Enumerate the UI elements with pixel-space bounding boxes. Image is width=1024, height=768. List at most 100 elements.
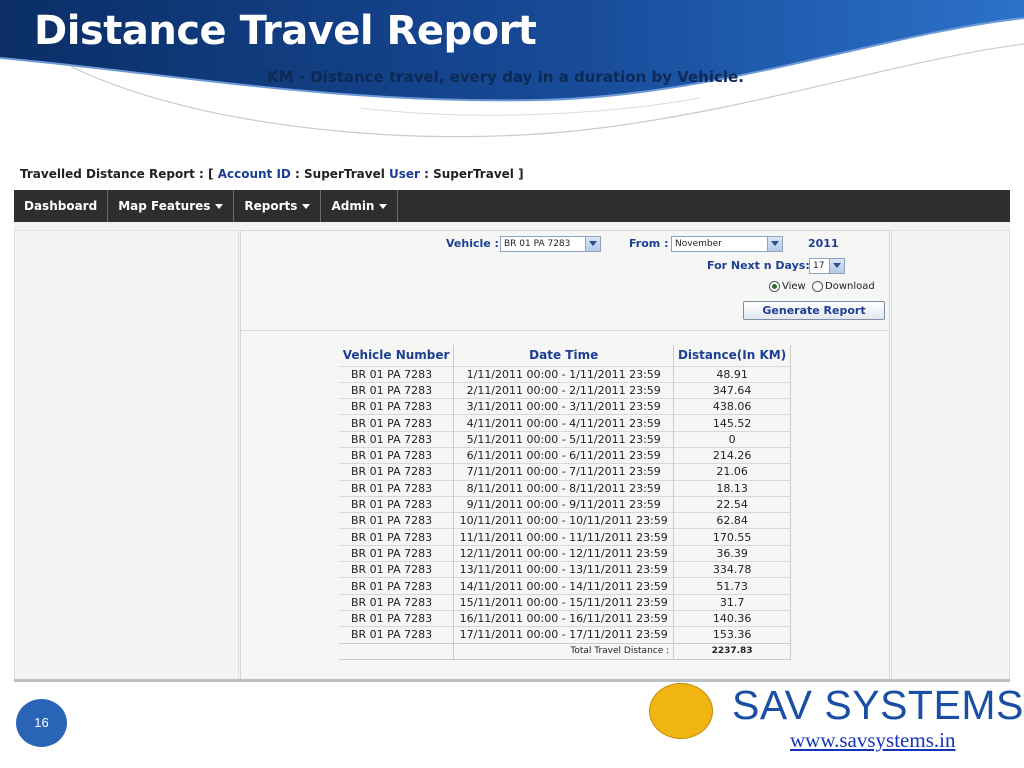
header-distance: Distance(In KM) xyxy=(673,345,791,366)
cell-distance: 36.39 xyxy=(673,544,791,562)
main-menubar: Dashboard Map Features Reports Admin xyxy=(14,190,1010,222)
from-label: From : xyxy=(629,237,669,250)
generate-report-button[interactable]: Generate Report xyxy=(743,301,885,320)
view-radio[interactable] xyxy=(769,281,780,292)
table-row: BR 01 PA 7283 10/11/2011 00:00 - 10/11/20… xyxy=(339,512,791,529)
report-screenshot: Travelled Distance Report : [ Account ID… xyxy=(14,158,1010,682)
cell-date-time: 15/11/2011 00:00 - 15/11/2011 23:59 xyxy=(453,593,675,611)
cell-distance: 48.91 xyxy=(673,365,791,383)
cell-vehicle-number: BR 01 PA 7283 xyxy=(339,561,455,578)
cell-date-time: 4/11/2011 00:00 - 4/11/2011 23:59 xyxy=(453,414,675,432)
header-vehicle-number: Vehicle Number xyxy=(339,345,455,366)
cell-date-time: 1/11/2011 00:00 - 1/11/2011 23:59 xyxy=(453,365,675,383)
cell-vehicle-number: BR 01 PA 7283 xyxy=(339,495,455,513)
table-row: BR 01 PA 7283 8/11/2011 00:00 - 8/11/2011… xyxy=(339,479,791,497)
cell-date-time: 11/11/2011 00:00 - 11/11/2011 23:59 xyxy=(453,528,675,546)
cell-date-time: 13/11/2011 00:00 - 13/11/2011 23:59 xyxy=(453,561,675,578)
download-radio-label: Download xyxy=(825,281,875,292)
cell-distance: 22.54 xyxy=(673,495,791,513)
table-row: BR 01 PA 7283 5/11/2011 00:00 - 5/11/2011… xyxy=(339,430,791,448)
next-days-select[interactable]: 17 xyxy=(809,258,845,274)
dropdown-arrow-icon xyxy=(829,259,844,273)
cell-vehicle-number: BR 01 PA 7283 xyxy=(339,626,455,644)
cell-date-time: 6/11/2011 00:00 - 6/11/2011 23:59 xyxy=(453,446,675,464)
total-label: Total Travel Distance : xyxy=(453,642,675,660)
logo-circle-icon xyxy=(649,683,713,739)
cell-vehicle-number: BR 01 PA 7283 xyxy=(339,528,455,546)
cell-date-time: 17/11/2011 00:00 - 17/11/2011 23:59 xyxy=(453,626,675,644)
table-row: BR 01 PA 7283 16/11/2011 00:00 - 16/11/20… xyxy=(339,609,791,627)
header-date-time: Date Time xyxy=(453,345,675,366)
table-row: BR 01 PA 7283 3/11/2011 00:00 - 3/11/2011… xyxy=(339,398,791,415)
cell-distance: 31.7 xyxy=(673,593,791,611)
cell-date-time: 7/11/2011 00:00 - 7/11/2011 23:59 xyxy=(453,463,675,481)
vehicle-label: Vehicle : xyxy=(446,237,499,250)
table-row: BR 01 PA 7283 4/11/2011 00:00 - 4/11/2011… xyxy=(339,414,791,432)
cell-date-time: 12/11/2011 00:00 - 12/11/2011 23:59 xyxy=(453,544,675,562)
menu-dashboard[interactable]: Dashboard xyxy=(14,190,109,222)
menu-map-features-label: Map Features xyxy=(118,199,211,213)
total-row: Total Travel Distance : 2237.83 xyxy=(339,642,791,660)
menu-reports-label: Reports xyxy=(244,199,298,213)
cell-date-time: 9/11/2011 00:00 - 9/11/2011 23:59 xyxy=(453,495,675,513)
cell-distance: 51.73 xyxy=(673,577,791,595)
table-row: BR 01 PA 7283 7/11/2011 00:00 - 7/11/2011… xyxy=(339,463,791,481)
page-number-badge: 16 xyxy=(16,699,67,747)
table-row: BR 01 PA 7283 9/11/2011 00:00 - 9/11/2011… xyxy=(339,495,791,513)
cell-distance: 145.52 xyxy=(673,414,791,432)
slide-subtitle: KM - Distance travel, every day in a dur… xyxy=(267,68,744,86)
cell-vehicle-number: BR 01 PA 7283 xyxy=(339,577,455,595)
table-row: BR 01 PA 7283 12/11/2011 00:00 - 12/11/20… xyxy=(339,544,791,562)
cell-vehicle-number: BR 01 PA 7283 xyxy=(339,544,455,562)
cell-vehicle-number: BR 01 PA 7283 xyxy=(339,479,455,497)
cell-distance: 18.13 xyxy=(673,479,791,497)
cell-distance: 21.06 xyxy=(673,463,791,481)
download-radio[interactable] xyxy=(812,281,823,292)
dropdown-arrow-icon xyxy=(767,237,782,251)
table-row: BR 01 PA 7283 2/11/2011 00:00 - 2/11/2011… xyxy=(339,381,791,399)
cell-date-time: 5/11/2011 00:00 - 5/11/2011 23:59 xyxy=(453,430,675,448)
next-days-value: 17 xyxy=(813,261,825,271)
table-row: BR 01 PA 7283 1/11/2011 00:00 - 1/11/2011… xyxy=(339,365,791,383)
caret-down-icon xyxy=(302,204,311,209)
left-panel xyxy=(14,230,239,679)
distance-report-table: Vehicle Number Date Time Distance(In KM)… xyxy=(339,345,791,660)
table-row: BR 01 PA 7283 17/11/2011 00:00 - 17/11/20… xyxy=(339,626,791,644)
vehicle-select[interactable]: BR 01 PA 7283 xyxy=(500,236,601,252)
cell-vehicle-number: BR 01 PA 7283 xyxy=(339,430,455,448)
cell-distance: 214.26 xyxy=(673,446,791,464)
menu-admin[interactable]: Admin xyxy=(321,190,399,222)
cell-vehicle-number: BR 01 PA 7283 xyxy=(339,414,455,432)
from-month-select[interactable]: November xyxy=(671,236,783,252)
cell-distance: 62.84 xyxy=(673,512,791,529)
vehicle-select-value: BR 01 PA 7283 xyxy=(504,239,571,249)
caret-down-icon xyxy=(379,204,388,209)
slide-title: Distance Travel Report xyxy=(34,8,537,54)
user-label: User xyxy=(389,167,420,181)
right-panel xyxy=(891,230,1010,679)
cell-distance: 334.78 xyxy=(673,561,791,578)
total-empty-cell xyxy=(339,642,455,660)
caret-down-icon xyxy=(215,204,224,209)
cell-distance: 140.36 xyxy=(673,609,791,627)
menu-map-features[interactable]: Map Features xyxy=(108,190,235,222)
cell-date-time: 8/11/2011 00:00 - 8/11/2011 23:59 xyxy=(453,479,675,497)
view-radio-label: View xyxy=(782,281,806,292)
cell-date-time: 14/11/2011 00:00 - 14/11/2011 23:59 xyxy=(453,577,675,595)
table-row: BR 01 PA 7283 14/11/2011 00:00 - 14/11/20… xyxy=(339,577,791,595)
cell-vehicle-number: BR 01 PA 7283 xyxy=(339,463,455,481)
cell-distance: 438.06 xyxy=(673,398,791,415)
menu-reports[interactable]: Reports xyxy=(234,190,322,222)
cell-date-time: 10/11/2011 00:00 - 10/11/2011 23:59 xyxy=(453,512,675,529)
titlebar-prefix: Travelled Distance Report : [ xyxy=(20,167,218,181)
brand-url-link[interactable]: www.savsystems.in xyxy=(790,728,955,753)
account-id-value: : SuperTravel xyxy=(290,167,389,181)
year-value: 2011 xyxy=(808,237,839,250)
report-content-panel: Vehicle : BR 01 PA 7283 From : November … xyxy=(240,230,890,679)
cell-vehicle-number: BR 01 PA 7283 xyxy=(339,512,455,529)
dropdown-arrow-icon xyxy=(585,237,600,251)
brand-name: SAV SYSTEMS xyxy=(732,682,1024,728)
cell-distance: 170.55 xyxy=(673,528,791,546)
from-month-value: November xyxy=(675,239,722,249)
table-header-row: Vehicle Number Date Time Distance(In KM) xyxy=(339,345,791,366)
